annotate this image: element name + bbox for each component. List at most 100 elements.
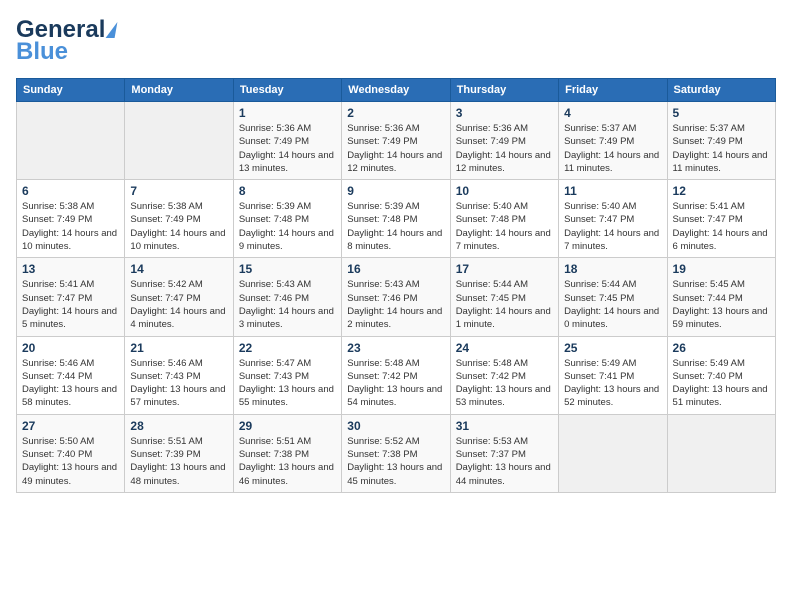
calendar-cell: 28Sunrise: 5:51 AM Sunset: 7:39 PM Dayli… xyxy=(125,414,233,492)
day-number: 17 xyxy=(456,262,553,276)
calendar-cell: 24 Sunrise: 5:48 AM Sunset: 7:42 PM Dayli… xyxy=(450,336,558,414)
day-number: 2 xyxy=(347,106,444,120)
logo-blue: Blue xyxy=(16,38,68,66)
calendar-cell: 22Sunrise: 5:47 AM Sunset: 7:43 PM Dayli… xyxy=(233,336,341,414)
calendar-cell xyxy=(17,102,125,180)
calendar-cell: 2 Sunrise: 5:36 AM Sunset: 7:49 PM Daylig… xyxy=(342,102,450,180)
calendar-cell: 15 Sunrise: 5:43 AM Sunset: 7:46 PM Dayli… xyxy=(233,258,341,336)
calendar-cell: 10Sunrise: 5:40 AM Sunset: 7:48 PM Dayli… xyxy=(450,180,558,258)
calendar-cell: 25 Sunrise: 5:49 AM Sunset: 7:41 PM Dayli… xyxy=(559,336,667,414)
day-number: 14 xyxy=(130,262,227,276)
calendar-cell: 14 Sunrise: 5:42 AM Sunset: 7:47 PM Dayli… xyxy=(125,258,233,336)
calendar-cell: 12 Sunrise: 5:41 AM Sunset: 7:47 PM Dayli… xyxy=(667,180,775,258)
calendar-cell: 23 Sunrise: 5:48 AM Sunset: 7:42 PM Dayli… xyxy=(342,336,450,414)
day-info: Sunrise: 5:53 AM Sunset: 7:37 PM Dayligh… xyxy=(456,435,553,488)
day-number: 27 xyxy=(22,419,119,433)
day-info: Sunrise: 5:52 AM Sunset: 7:38 PM Dayligh… xyxy=(347,435,444,488)
day-number: 19 xyxy=(673,262,770,276)
day-number: 6 xyxy=(22,184,119,198)
calendar-cell xyxy=(125,102,233,180)
calendar-cell: 8 Sunrise: 5:39 AM Sunset: 7:48 PM Daylig… xyxy=(233,180,341,258)
day-number: 1 xyxy=(239,106,336,120)
day-number: 8 xyxy=(239,184,336,198)
day-info: Sunrise: 5:48 AM Sunset: 7:42 PM Dayligh… xyxy=(347,357,444,410)
day-number: 26 xyxy=(673,341,770,355)
day-number: 25 xyxy=(564,341,661,355)
week-row-1: 1 Sunrise: 5:36 AM Sunset: 7:49 PM Daylig… xyxy=(17,102,776,180)
calendar-cell: 7 Sunrise: 5:38 AM Sunset: 7:49 PM Daylig… xyxy=(125,180,233,258)
day-number: 21 xyxy=(130,341,227,355)
calendar-cell: 21 Sunrise: 5:46 AM Sunset: 7:43 PM Dayli… xyxy=(125,336,233,414)
day-info: Sunrise: 5:42 AM Sunset: 7:47 PM Dayligh… xyxy=(130,278,227,331)
page-header: General Blue xyxy=(16,16,776,66)
calendar-cell: 30 Sunrise: 5:52 AM Sunset: 7:38 PM Dayli… xyxy=(342,414,450,492)
calendar-cell: 5Sunrise: 5:37 AM Sunset: 7:49 PM Daylig… xyxy=(667,102,775,180)
day-number: 29 xyxy=(239,419,336,433)
day-number: 3 xyxy=(456,106,553,120)
calendar-cell: 3Sunrise: 5:36 AM Sunset: 7:49 PM Daylig… xyxy=(450,102,558,180)
day-info: Sunrise: 5:39 AM Sunset: 7:48 PM Dayligh… xyxy=(239,200,336,253)
day-number: 7 xyxy=(130,184,227,198)
day-info: Sunrise: 5:51 AM Sunset: 7:38 PM Dayligh… xyxy=(239,435,336,488)
day-info: Sunrise: 5:50 AM Sunset: 7:40 PM Dayligh… xyxy=(22,435,119,488)
day-info: Sunrise: 5:38 AM Sunset: 7:49 PM Dayligh… xyxy=(22,200,119,253)
calendar-cell: 29 Sunrise: 5:51 AM Sunset: 7:38 PM Dayli… xyxy=(233,414,341,492)
day-info: Sunrise: 5:43 AM Sunset: 7:46 PM Dayligh… xyxy=(347,278,444,331)
weekday-header-friday: Friday xyxy=(559,79,667,102)
weekday-header-thursday: Thursday xyxy=(450,79,558,102)
calendar-cell: 20 Sunrise: 5:46 AM Sunset: 7:44 PM Dayli… xyxy=(17,336,125,414)
calendar-cell: 19 Sunrise: 5:45 AM Sunset: 7:44 PM Dayli… xyxy=(667,258,775,336)
day-info: Sunrise: 5:49 AM Sunset: 7:41 PM Dayligh… xyxy=(564,357,661,410)
day-number: 28 xyxy=(130,419,227,433)
calendar-cell: 16 Sunrise: 5:43 AM Sunset: 7:46 PM Dayli… xyxy=(342,258,450,336)
day-number: 31 xyxy=(456,419,553,433)
day-info: Sunrise: 5:46 AM Sunset: 7:44 PM Dayligh… xyxy=(22,357,119,410)
day-number: 4 xyxy=(564,106,661,120)
day-info: Sunrise: 5:40 AM Sunset: 7:48 PM Dayligh… xyxy=(456,200,553,253)
day-number: 13 xyxy=(22,262,119,276)
day-number: 23 xyxy=(347,341,444,355)
calendar-cell: 11Sunrise: 5:40 AM Sunset: 7:47 PM Dayli… xyxy=(559,180,667,258)
day-info: Sunrise: 5:43 AM Sunset: 7:46 PM Dayligh… xyxy=(239,278,336,331)
day-number: 12 xyxy=(673,184,770,198)
calendar-cell xyxy=(667,414,775,492)
day-info: Sunrise: 5:44 AM Sunset: 7:45 PM Dayligh… xyxy=(456,278,553,331)
day-number: 15 xyxy=(239,262,336,276)
weekday-header-monday: Monday xyxy=(125,79,233,102)
week-row-4: 20 Sunrise: 5:46 AM Sunset: 7:44 PM Dayli… xyxy=(17,336,776,414)
day-info: Sunrise: 5:36 AM Sunset: 7:49 PM Dayligh… xyxy=(347,122,444,175)
calendar-cell: 13Sunrise: 5:41 AM Sunset: 7:47 PM Dayli… xyxy=(17,258,125,336)
logo-triangle-icon xyxy=(106,22,118,38)
weekday-header-saturday: Saturday xyxy=(667,79,775,102)
weekday-header-tuesday: Tuesday xyxy=(233,79,341,102)
day-number: 18 xyxy=(564,262,661,276)
day-info: Sunrise: 5:41 AM Sunset: 7:47 PM Dayligh… xyxy=(673,200,770,253)
day-number: 22 xyxy=(239,341,336,355)
calendar-cell: 18Sunrise: 5:44 AM Sunset: 7:45 PM Dayli… xyxy=(559,258,667,336)
calendar-cell xyxy=(559,414,667,492)
day-number: 20 xyxy=(22,341,119,355)
week-row-3: 13Sunrise: 5:41 AM Sunset: 7:47 PM Dayli… xyxy=(17,258,776,336)
weekday-header-row: SundayMondayTuesdayWednesdayThursdayFrid… xyxy=(17,79,776,102)
day-number: 9 xyxy=(347,184,444,198)
calendar-cell: 9Sunrise: 5:39 AM Sunset: 7:48 PM Daylig… xyxy=(342,180,450,258)
week-row-2: 6 Sunrise: 5:38 AM Sunset: 7:49 PM Daylig… xyxy=(17,180,776,258)
day-info: Sunrise: 5:37 AM Sunset: 7:49 PM Dayligh… xyxy=(564,122,661,175)
calendar-cell: 4 Sunrise: 5:37 AM Sunset: 7:49 PM Daylig… xyxy=(559,102,667,180)
calendar-cell: 6 Sunrise: 5:38 AM Sunset: 7:49 PM Daylig… xyxy=(17,180,125,258)
day-info: Sunrise: 5:49 AM Sunset: 7:40 PM Dayligh… xyxy=(673,357,770,410)
day-info: Sunrise: 5:45 AM Sunset: 7:44 PM Dayligh… xyxy=(673,278,770,331)
day-info: Sunrise: 5:48 AM Sunset: 7:42 PM Dayligh… xyxy=(456,357,553,410)
calendar-cell: 1Sunrise: 5:36 AM Sunset: 7:49 PM Daylig… xyxy=(233,102,341,180)
day-number: 16 xyxy=(347,262,444,276)
logo: General Blue xyxy=(16,16,117,66)
day-number: 24 xyxy=(456,341,553,355)
day-number: 11 xyxy=(564,184,661,198)
day-number: 30 xyxy=(347,419,444,433)
day-info: Sunrise: 5:38 AM Sunset: 7:49 PM Dayligh… xyxy=(130,200,227,253)
calendar-table: SundayMondayTuesdayWednesdayThursdayFrid… xyxy=(16,78,776,493)
day-info: Sunrise: 5:46 AM Sunset: 7:43 PM Dayligh… xyxy=(130,357,227,410)
weekday-header-sunday: Sunday xyxy=(17,79,125,102)
calendar-cell: 27 Sunrise: 5:50 AM Sunset: 7:40 PM Dayli… xyxy=(17,414,125,492)
weekday-header-wednesday: Wednesday xyxy=(342,79,450,102)
